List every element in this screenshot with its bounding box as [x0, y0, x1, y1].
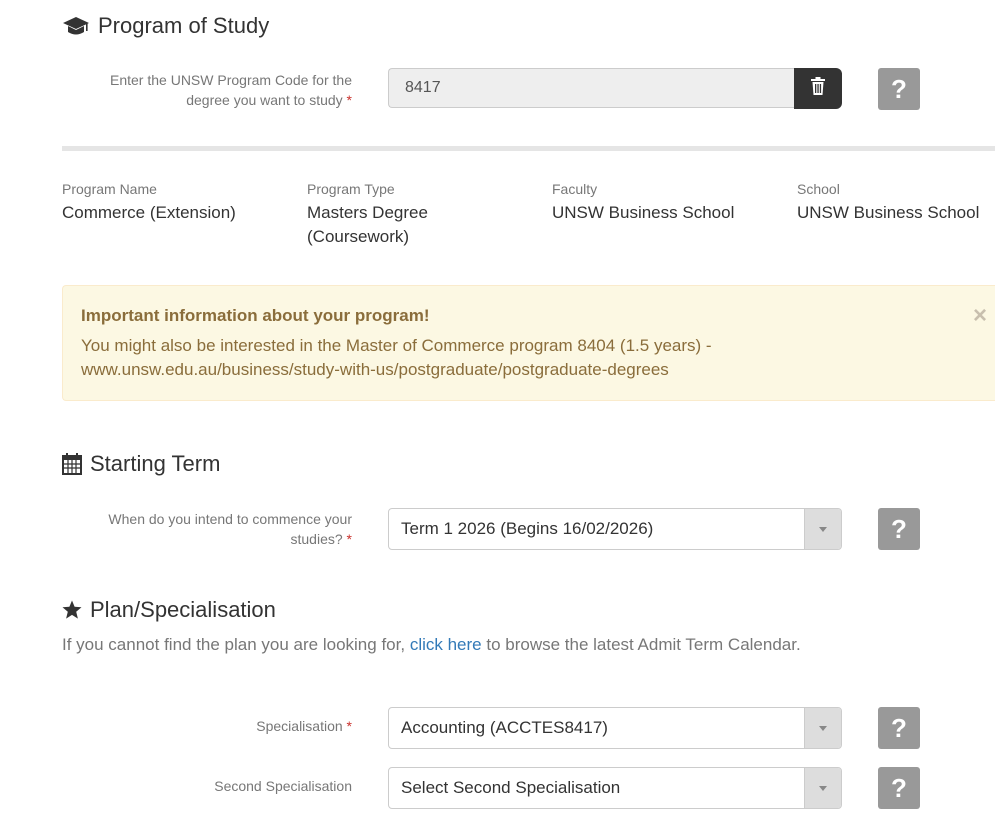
program-type-value: Masters Degree (Coursework) [307, 203, 428, 246]
second-specialisation-selected: Select Second Specialisation [401, 778, 621, 797]
close-icon[interactable]: × [973, 304, 987, 328]
school-value: UNSW Business School [797, 203, 980, 222]
question-mark-icon: ? [891, 712, 907, 743]
program-name-field: Program Name Commerce (Extension) [62, 181, 236, 225]
plan-note: If you cannot find the plan you are look… [62, 635, 801, 654]
second-specialisation-select[interactable]: Select Second Specialisation [388, 767, 842, 809]
question-mark-icon: ? [891, 513, 907, 544]
required-mark: * [346, 718, 352, 734]
specialisation-selected: Accounting (ACCTES8417) [401, 718, 608, 737]
chevron-down-icon [804, 509, 841, 549]
faculty-label: Faculty [552, 181, 598, 197]
start-term-selected: Term 1 2026 (Begins 16/02/2026) [401, 519, 654, 538]
question-mark-icon: ? [891, 772, 907, 803]
program-name-label: Program Name [62, 181, 157, 197]
plan-specialisation-title: Plan/Specialisation [90, 597, 276, 622]
trash-icon [810, 77, 826, 100]
program-of-study-heading: Program of Study [62, 13, 269, 39]
start-term-help-button[interactable]: ? [878, 508, 920, 550]
alert-title: Important information about your program… [81, 306, 430, 325]
program-code-label: Enter the UNSW Program Code for the degr… [110, 72, 352, 108]
admit-term-calendar-link[interactable]: click here [410, 635, 482, 654]
start-term-select[interactable]: Term 1 2026 (Begins 16/02/2026) [388, 508, 842, 550]
program-of-study-title: Program of Study [98, 13, 270, 38]
graduation-cap-icon [62, 15, 90, 37]
calendar-icon [62, 453, 82, 475]
specialisation-label: Specialisation * [256, 718, 352, 734]
program-code-help-button[interactable]: ? [878, 68, 920, 110]
program-info-alert: Important information about your program… [62, 285, 995, 401]
starting-term-title: Starting Term [90, 451, 221, 476]
second-specialisation-label: Second Specialisation [214, 778, 352, 794]
specialisation-select[interactable]: Accounting (ACCTES8417) [388, 707, 842, 749]
required-mark: * [346, 92, 352, 108]
program-code-input[interactable]: 8417 [388, 68, 794, 108]
faculty-field: Faculty UNSW Business School [552, 181, 734, 225]
faculty-value: UNSW Business School [552, 203, 735, 222]
chevron-down-icon [804, 708, 841, 748]
star-icon [62, 600, 82, 620]
start-term-label: When do you intend to commence your stud… [108, 511, 352, 547]
school-label: School [797, 181, 840, 197]
second-specialisation-help-button[interactable]: ? [878, 767, 920, 809]
question-mark-icon: ? [891, 73, 907, 104]
program-name-value: Commerce (Extension) [62, 203, 236, 222]
alert-body: You might also be interested in the Mast… [81, 336, 712, 379]
starting-term-heading: Starting Term [62, 451, 220, 477]
program-type-field: Program Type Masters Degree (Coursework) [307, 181, 428, 249]
clear-program-code-button[interactable] [794, 68, 842, 109]
section-divider [62, 146, 995, 151]
required-mark: * [346, 531, 352, 547]
plan-specialisation-heading: Plan/Specialisation [62, 597, 276, 623]
chevron-down-icon [804, 768, 841, 808]
school-field: School UNSW Business School [797, 181, 979, 225]
program-type-label: Program Type [307, 181, 395, 197]
specialisation-help-button[interactable]: ? [878, 707, 920, 749]
